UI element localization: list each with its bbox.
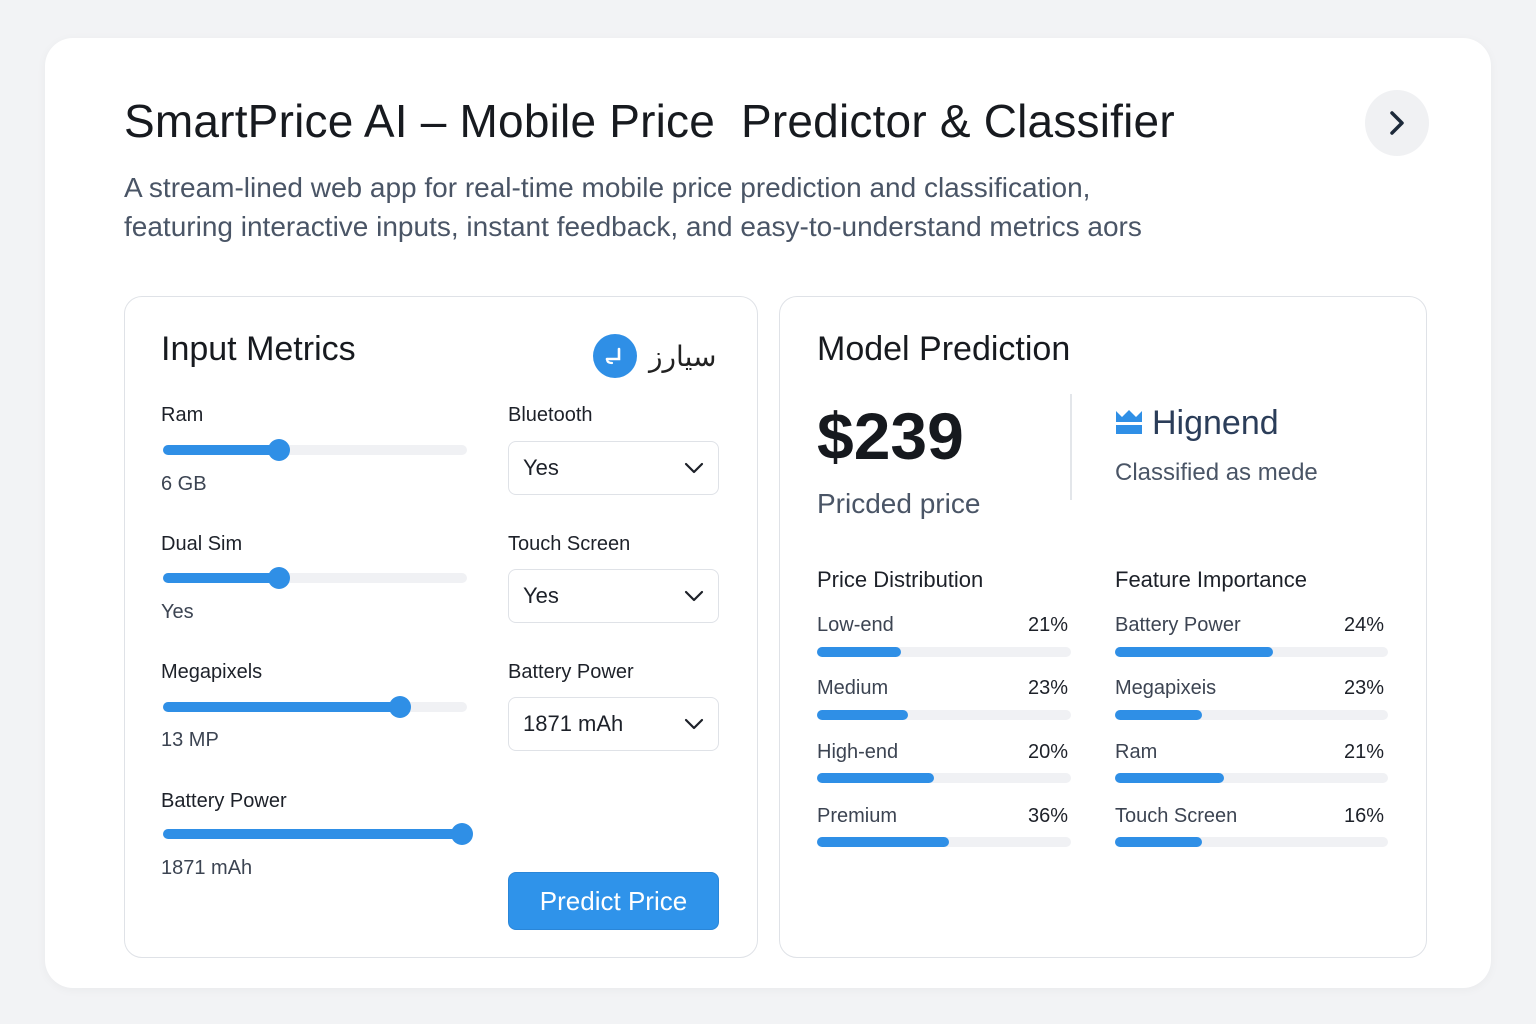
distribution-label: Premium: [817, 805, 898, 827]
distribution-bar: [817, 647, 1071, 657]
predicted-price-caption: Pricded price: [817, 488, 981, 519]
battery-power-value: 1871 mAh: [161, 857, 253, 879]
predicted-price: $239: [817, 399, 964, 473]
importance-percent: 16%: [1343, 805, 1384, 827]
touch-screen-select[interactable]: Yes: [508, 569, 719, 623]
bluetooth-select[interactable]: Yes: [508, 441, 719, 495]
dual-sim-value: Yes: [161, 601, 194, 623]
next-button[interactable]: [1365, 90, 1429, 156]
predict-price-button[interactable]: Predict Price: [508, 872, 719, 930]
ram-slider-thumb[interactable]: [267, 439, 290, 461]
battery-power-label: Battery Power: [161, 790, 287, 812]
importance-bar: [1115, 773, 1388, 783]
bluetooth-label: Bluetooth: [508, 404, 593, 426]
subtitle-line-2: featuring interactive inputs, instant fe…: [124, 211, 1142, 242]
importance-bar: [1115, 710, 1388, 720]
logo-badge-icon: [593, 334, 637, 378]
megapixels-slider-fill: [163, 702, 401, 712]
importance-percent: 24%: [1343, 614, 1384, 636]
crown-icon: [1116, 410, 1142, 434]
megapixels-value: 13 MP: [161, 729, 219, 751]
ram-slider[interactable]: [163, 439, 467, 461]
chevron-down-icon: [684, 718, 704, 730]
bluetooth-select-value: Yes: [523, 455, 559, 480]
importance-bar: [1115, 647, 1388, 657]
importance-bar-fill: [1115, 710, 1203, 720]
dual-sim-label: Dual Sim: [161, 533, 243, 555]
page-title: SmartPrice AI – Mobile Price Predictor &…: [124, 95, 1175, 147]
distribution-label: Low-end: [817, 614, 894, 636]
chevron-down-icon: [684, 590, 704, 602]
brand-logo: سيارز: [593, 334, 716, 378]
subtitle-line-1: A stream-lined web app for real-time mob…: [124, 172, 1091, 203]
megapixels-slider[interactable]: [163, 696, 467, 718]
megapixels-label: Megapixels: [161, 661, 263, 683]
ram-value: 6 GB: [161, 473, 207, 495]
importance-label: Megapixeis: [1115, 677, 1217, 699]
importance-bar: [1115, 837, 1388, 847]
distribution-percent: 21%: [1027, 614, 1068, 636]
chevron-down-icon: [684, 462, 704, 474]
importance-percent: 21%: [1343, 741, 1384, 763]
importance-percent: 23%: [1343, 677, 1384, 699]
battery-power-select[interactable]: 1871 mAh: [508, 697, 719, 751]
distribution-bar-fill: [817, 837, 950, 847]
distribution-bar-fill: [817, 710, 909, 720]
megapixels-slider-thumb[interactable]: [389, 696, 412, 718]
touch-screen-label: Touch Screen: [508, 533, 631, 555]
price-distribution-title: Price Distribution: [817, 567, 984, 592]
battery-power-slider[interactable]: [163, 823, 474, 845]
importance-label: Battery Power: [1115, 614, 1241, 636]
importance-label: Ram: [1115, 741, 1158, 763]
importance-label: Touch Screen: [1115, 805, 1238, 827]
price-class-name: Hignend: [1152, 404, 1279, 442]
ram-slider-fill: [163, 445, 279, 455]
importance-bar-fill: [1115, 837, 1203, 847]
distribution-percent: 20%: [1027, 741, 1068, 763]
distribution-bar-fill: [817, 647, 901, 657]
logo-text: سيارز: [649, 339, 717, 373]
distribution-bar-fill: [817, 773, 934, 783]
battery-select-label: Battery Power: [508, 661, 634, 683]
distribution-percent: 23%: [1027, 677, 1068, 699]
price-class-caption: Classified as mede: [1115, 459, 1318, 486]
ram-label: Ram: [161, 404, 204, 426]
importance-bar-fill: [1115, 773, 1225, 783]
distribution-label: High-end: [817, 741, 899, 763]
chevron-right-icon: [1390, 111, 1404, 135]
divider: [1070, 394, 1072, 500]
distribution-bar: [817, 773, 1071, 783]
input-metrics-title: Input Metrics: [161, 330, 356, 368]
dual-sim-slider-thumb[interactable]: [267, 567, 290, 589]
page-subtitle: A stream-lined web app for real-time mob…: [124, 168, 1304, 246]
model-prediction-title: Model Prediction: [817, 330, 1071, 368]
dual-sim-slider[interactable]: [163, 567, 467, 589]
feature-importance-title: Feature Importance: [1115, 567, 1307, 592]
distribution-percent: 36%: [1027, 805, 1068, 827]
distribution-bar: [817, 710, 1071, 720]
battery-power-slider-fill: [163, 829, 463, 839]
importance-bar-fill: [1115, 647, 1274, 657]
touch-screen-select-value: Yes: [523, 583, 559, 608]
distribution-bar: [817, 837, 1071, 847]
battery-power-select-value: 1871 mAh: [523, 711, 624, 736]
dual-sim-slider-fill: [163, 573, 279, 583]
distribution-label: Medium: [817, 677, 889, 699]
